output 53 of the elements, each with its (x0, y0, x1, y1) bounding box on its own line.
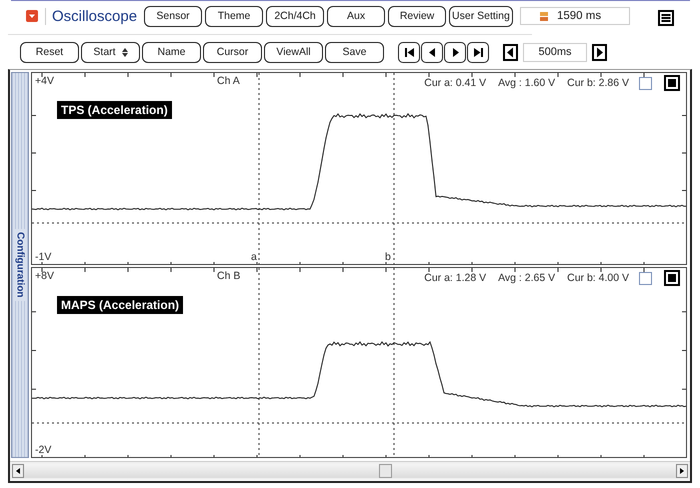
signal-title: MAPS (Acceleration) (57, 296, 184, 314)
start-spinner-button[interactable]: Start (81, 42, 140, 62)
first-button[interactable] (398, 42, 420, 62)
toolbar-button[interactable]: Review (388, 6, 446, 26)
left-triangle-icon (428, 48, 436, 56)
cursor-b-reading: Cur b: 4.00 V (567, 272, 629, 284)
cursor-a-marker: a (251, 251, 257, 263)
scale-min-label: -2V (35, 444, 52, 456)
cursor-b-reading: Cur b: 2.86 V (567, 77, 629, 89)
toolbar-button[interactable]: 2Ch/4Ch (266, 6, 324, 26)
checkbox-icon[interactable] (639, 76, 652, 90)
scale-max-label: +8V (35, 270, 54, 282)
next-button[interactable] (444, 42, 466, 62)
toolbar-button[interactable]: Theme (205, 6, 264, 26)
right-triangle-icon (450, 48, 460, 56)
dropdown-icon[interactable] (26, 10, 38, 22)
app-title: Oscilloscope (45, 8, 138, 24)
increase-icon[interactable] (592, 44, 607, 60)
color-swatch-icon[interactable] (664, 270, 680, 286)
toolbar-button[interactable]: Reset (20, 42, 79, 62)
average-reading: Avg : 1.60 V (498, 77, 556, 89)
toolbar-button[interactable]: Save (325, 42, 384, 62)
toolbar-button[interactable]: Name (142, 42, 201, 62)
time-value: 1590 ms (557, 10, 602, 22)
configuration-tab[interactable]: Configuration (11, 72, 29, 458)
toolbar-button[interactable]: ViewAll (264, 42, 323, 62)
channel-label: Ch A (217, 75, 240, 87)
toolbar-button[interactable]: Aux (327, 6, 386, 26)
cursor-a-reading: Cur a: 0.41 V (424, 77, 486, 89)
time-scale-field[interactable]: 500ms (523, 42, 587, 62)
previous-button[interactable] (421, 42, 443, 62)
average-reading: Avg : 2.65 V (498, 272, 556, 284)
color-swatch-icon[interactable] (664, 75, 680, 91)
scale-max-label: +4V (35, 75, 54, 87)
decrease-icon[interactable] (503, 44, 518, 60)
last-button[interactable] (467, 42, 489, 62)
signal-title: TPS (Acceleration) (57, 101, 172, 119)
channel-label: Ch B (217, 270, 240, 282)
scale-min-label: -1V (35, 251, 52, 263)
toolbar-button[interactable]: Cursor (203, 42, 262, 62)
horizontal-scrollbar[interactable] (10, 461, 690, 480)
scroll-right-icon[interactable] (676, 464, 688, 478)
skip-start-icon (404, 48, 414, 56)
skip-end-icon (474, 48, 482, 56)
cursor-a-reading: Cur a: 1.28 V (424, 272, 486, 284)
updown-icon (122, 48, 128, 56)
cursor-b-marker: b (385, 251, 391, 263)
menu-icon[interactable] (658, 10, 674, 26)
toolbar-button[interactable]: User Setting (449, 6, 513, 26)
scroll-left-icon[interactable] (12, 464, 24, 478)
toolbar-button[interactable]: Sensor (144, 6, 202, 26)
scroll-thumb[interactable] (379, 464, 392, 478)
checkbox-icon[interactable] (639, 272, 652, 284)
